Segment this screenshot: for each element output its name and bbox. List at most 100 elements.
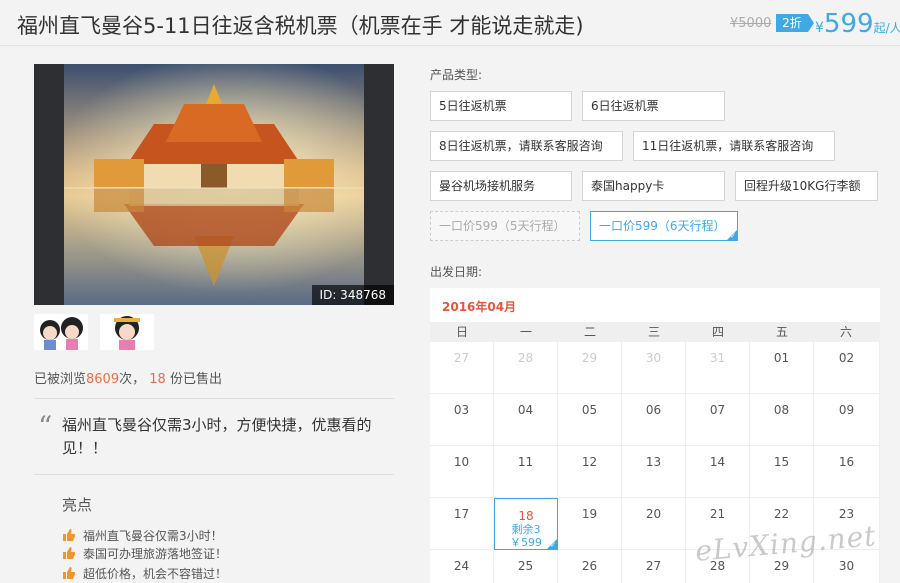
calendar-day: 28 <box>494 342 558 394</box>
day-price: ￥599 <box>510 536 542 549</box>
calendar-day[interactable]: 08 <box>750 394 814 446</box>
weekday: 一 <box>519 325 532 339</box>
option-luggage-upgrade[interactable]: 回程升级10KG行李额 <box>735 171 878 201</box>
cartoon-girl-image <box>100 314 154 350</box>
option-package-5-day[interactable]: 一口价599（5天行程） <box>430 211 580 241</box>
option-11-day-ticket[interactable]: 11日往返机票，请联系客服咨询 <box>633 131 835 161</box>
option-package-6-day[interactable]: 一口价599（6天行程） ✓ <box>590 211 738 241</box>
thumbs-up-icon <box>63 567 75 579</box>
calendar-day[interactable]: 24 <box>430 550 494 583</box>
day-number: 19 <box>581 507 598 521</box>
views-prefix: 已被浏览 <box>34 372 87 387</box>
calendar-day[interactable]: 25 <box>494 550 558 583</box>
calendar-day: 27 <box>430 342 494 394</box>
calendar-day[interactable]: 03 <box>430 394 494 446</box>
day-number: 30 <box>645 351 662 365</box>
divider <box>34 398 394 399</box>
option-6-day-ticket[interactable]: 6日往返机票 <box>582 91 725 121</box>
main-photo-temple[interactable]: ID: 348768 <box>34 64 394 305</box>
calendar-day[interactable]: 16 <box>814 446 880 498</box>
calendar-day[interactable]: 26 <box>558 550 622 583</box>
calendar-day[interactable]: 17 <box>430 498 494 550</box>
check-icon: ✓ <box>550 541 556 549</box>
sold-count: 18 <box>149 372 166 387</box>
calendar-day[interactable]: 09 <box>814 394 880 446</box>
day-number: 20 <box>645 507 662 521</box>
sold-suffix: 份已售出 <box>165 372 222 387</box>
product-header: 福州直飞曼谷5-11日往返含税机票（机票在手 才能说走就走) ¥5000 2折 … <box>0 0 900 46</box>
day-number: 15 <box>773 455 790 469</box>
calendar-day[interactable]: 19 <box>558 498 622 550</box>
day-number: 08 <box>773 403 790 417</box>
calendar-day: 31 <box>686 342 750 394</box>
calendar-day[interactable]: 02 <box>814 342 880 394</box>
day-number: 13 <box>645 455 662 469</box>
day-number: 18 <box>518 509 534 523</box>
day-number: 29 <box>581 351 598 365</box>
view-sold-stats: 已被浏览8609次， 18 份已售出 <box>34 368 222 387</box>
calendar-day[interactable]: 07 <box>686 394 750 446</box>
thumbnail-couple[interactable] <box>34 314 88 350</box>
weekday: 三 <box>647 325 660 339</box>
day-number: 29 <box>773 559 790 573</box>
price-unit: 起/人 <box>873 21 900 35</box>
calendar-day[interactable]: 10 <box>430 446 494 498</box>
views-mid: 次， <box>119 372 146 387</box>
day-number: 14 <box>709 455 726 469</box>
calendar-day[interactable]: 15 <box>750 446 814 498</box>
check-icon: ✓ <box>730 232 736 240</box>
weekday: 六 <box>839 325 852 339</box>
calendar-day[interactable]: 11 <box>494 446 558 498</box>
day-number: 27 <box>453 351 470 365</box>
current-price: ¥599起/人 <box>815 9 900 39</box>
quote-mark-icon: “ <box>38 410 53 443</box>
calendar-day[interactable]: 20 <box>622 498 686 550</box>
option-airport-pickup[interactable]: 曼谷机场接机服务 <box>430 171 572 201</box>
departure-date-label: 出发日期: <box>430 265 483 279</box>
day-number: 17 <box>453 507 470 521</box>
day-number: 30 <box>838 559 855 573</box>
calendar-day[interactable]: 13 <box>622 446 686 498</box>
divider <box>34 474 394 475</box>
day-number: 11 <box>517 455 534 469</box>
day-number: 01 <box>773 351 790 365</box>
day-number: 02 <box>838 351 855 365</box>
day-number: 31 <box>709 351 726 365</box>
option-label: 一口价599（6天行程） <box>599 219 726 233</box>
calendar-day: 30 <box>622 342 686 394</box>
calendar-day: 29 <box>558 342 622 394</box>
day-number: 24 <box>453 559 470 573</box>
day-number: 21 <box>709 507 726 521</box>
temple-image <box>34 64 394 305</box>
weekday: 二 <box>583 325 596 339</box>
option-5-day-ticket[interactable]: 5日往返机票 <box>430 91 572 121</box>
calendar-day[interactable]: 27 <box>622 550 686 583</box>
calendar-weekdays: 日 一 二 三 四 五 六 <box>430 322 880 342</box>
calendar-day[interactable]: 12 <box>558 446 622 498</box>
highlight-text: 福州直飞曼谷仅需3小时！ <box>83 529 223 543</box>
day-number: 05 <box>581 403 598 417</box>
day-number: 07 <box>709 403 726 417</box>
calendar-day[interactable]: 14 <box>686 446 750 498</box>
calendar-day[interactable]: 06 <box>622 394 686 446</box>
highlight-text: 泰国可办理旅游落地签证！ <box>83 547 228 561</box>
day-number: 10 <box>453 455 470 469</box>
option-8-day-ticket[interactable]: 8日往返机票，请联系客服咨询 <box>430 131 623 161</box>
product-summary: 福州直飞曼谷仅需3小时，方便快捷，优惠看的见！！ <box>62 416 372 457</box>
thumbs-up-icon <box>63 529 75 541</box>
option-happy-card[interactable]: 泰国happy卡 <box>582 171 725 201</box>
day-number: 04 <box>517 403 534 417</box>
highlights-title: 亮点 <box>62 496 93 514</box>
calendar-day-selected[interactable]: 18 剩余3 ￥599 ✓ <box>494 498 558 550</box>
weekday: 日 <box>455 325 468 339</box>
highlight-text: 超低价格，机会不容错过！ <box>83 567 228 581</box>
view-count: 8609 <box>86 372 120 387</box>
price-value: 599 <box>823 9 874 39</box>
calendar-day[interactable]: 04 <box>494 394 558 446</box>
calendar-day[interactable]: 05 <box>558 394 622 446</box>
day-number: 12 <box>581 455 598 469</box>
day-number: 25 <box>517 559 534 573</box>
day-number: 26 <box>581 559 598 573</box>
calendar-day[interactable]: 01 <box>750 342 814 394</box>
thumbnail-girl[interactable] <box>100 314 154 350</box>
